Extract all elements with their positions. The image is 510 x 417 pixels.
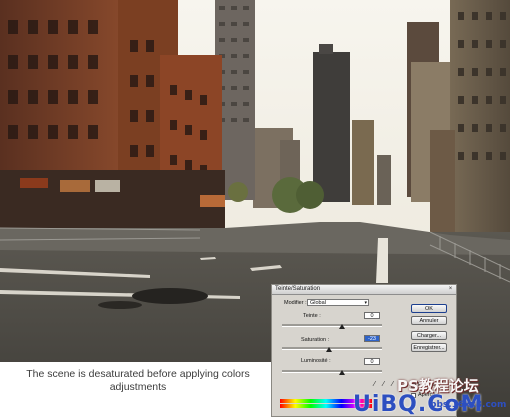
ok-button[interactable]: OK xyxy=(411,304,447,313)
lightness-label: Luminosité : xyxy=(301,358,331,364)
saturation-slider-track[interactable] xyxy=(282,347,382,350)
close-icon[interactable]: × xyxy=(447,286,454,293)
edit-channel-select[interactable]: Global ▾ xyxy=(307,299,369,306)
lightness-slider-thumb[interactable] xyxy=(339,370,345,375)
hue-label: Teinte : xyxy=(303,313,321,319)
hue-value-field[interactable]: 0 xyxy=(364,312,380,319)
cancel-button[interactable]: Annuler xyxy=(411,316,447,325)
caption-line-1: The scene is desaturated before applying… xyxy=(26,368,250,380)
hue-slider-thumb[interactable] xyxy=(339,324,345,329)
edit-channel-value: Global xyxy=(310,300,326,306)
caption-box: The scene is desaturated before applying… xyxy=(0,362,276,417)
eyedropper-plus-icon[interactable]: ⁄ xyxy=(383,381,384,388)
lightness-slider-track[interactable] xyxy=(282,370,382,373)
saturation-label: Saturation : xyxy=(301,337,330,343)
save-button[interactable]: Enregistrer... xyxy=(411,343,447,352)
eyedropper-minus-icon[interactable]: ⁄ xyxy=(392,381,393,388)
load-button[interactable]: Charger... xyxy=(411,331,447,340)
chevron-down-icon: ▾ xyxy=(364,300,367,306)
caption-line-2: adjustments xyxy=(109,381,167,393)
watermark-line-3: bbs.16xx8.com xyxy=(430,400,507,410)
edit-label: Modifier : xyxy=(284,300,307,306)
lightness-value-field[interactable]: 0 xyxy=(364,358,380,365)
eyedropper-icon[interactable]: ⁄ xyxy=(374,381,375,388)
saturation-slider-thumb[interactable] xyxy=(326,347,332,352)
hue-slider-track[interactable] xyxy=(282,324,382,327)
dialog-title: Teinte/Saturation xyxy=(272,285,456,295)
saturation-value-field[interactable]: -23 xyxy=(364,335,380,342)
